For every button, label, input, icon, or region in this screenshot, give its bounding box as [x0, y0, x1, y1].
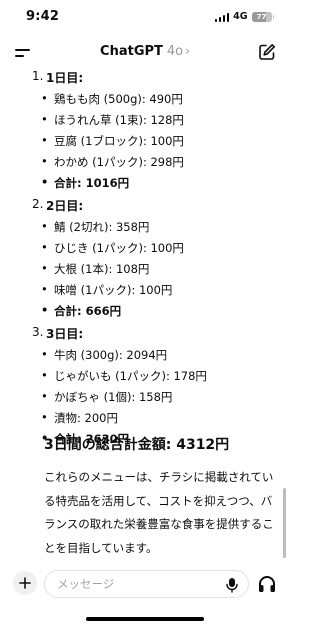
- status-indicators: 4G 77: [214, 11, 274, 22]
- total-summary: 3日間の総合計金額: 4312円: [44, 437, 230, 453]
- list-item: • 味噌 (1パック): 100円: [41, 282, 173, 297]
- model-selector[interactable]: ChatGPT 4o ›: [0, 44, 290, 59]
- list-item: • ほうれん草 (1束): 128円: [41, 112, 184, 127]
- headphones-icon[interactable]: [257, 574, 277, 594]
- message-input[interactable]: [57, 577, 217, 591]
- day-total: • 合計: 666円: [41, 303, 122, 318]
- message-field[interactable]: [44, 570, 249, 598]
- status-bar: 9:42 4G 77: [0, 0, 290, 36]
- list-item: • 牛肉 (300g): 2094円: [41, 347, 168, 362]
- plus-icon[interactable]: [13, 571, 37, 595]
- list-item: • じゃがいも (1パック): 178円: [41, 368, 207, 383]
- list-item: • わかめ (1パック): 298円: [41, 154, 184, 169]
- app-title: ChatGPT: [100, 44, 163, 59]
- network-type: 4G: [233, 11, 248, 22]
- list-item: • かぼちゃ (1個): 158円: [41, 389, 173, 404]
- list-item: • 鯖 (2切れ): 358円: [41, 219, 150, 234]
- home-indicator: [86, 617, 204, 621]
- status-time: 9:42: [26, 9, 60, 24]
- scrollbar[interactable]: [283, 488, 286, 558]
- chevron-right-icon: ›: [185, 44, 190, 58]
- new-chat-icon[interactable]: [258, 43, 276, 61]
- list-item: • 豆腐 (1ブロック): 100円: [41, 133, 184, 148]
- battery-level: 77: [256, 12, 267, 21]
- day-heading: 2. 2日目:: [32, 197, 84, 213]
- list-item: • 大根 (1本): 108円: [41, 261, 150, 276]
- list-item: • ひじき (1パック): 100円: [41, 240, 184, 255]
- list-item: • 鶏もも肉 (500g): 490円: [41, 91, 183, 106]
- closing-paragraph: これらのメニューは、チラシに掲載されている特売品を活用して、コストを抑えつつ、バ…: [44, 470, 274, 555]
- list-item: • 漬物: 200円: [41, 410, 118, 425]
- day-total: • 合計: 1016円: [41, 175, 130, 190]
- mic-icon[interactable]: [225, 577, 239, 593]
- model-label: 4o: [166, 44, 184, 59]
- day-heading: 1. 1日目:: [32, 69, 84, 85]
- signal-icon: [214, 12, 230, 22]
- composer: [0, 566, 290, 606]
- battery-icon: 77: [251, 11, 272, 22]
- day-heading: 3. 3日目:: [32, 325, 84, 341]
